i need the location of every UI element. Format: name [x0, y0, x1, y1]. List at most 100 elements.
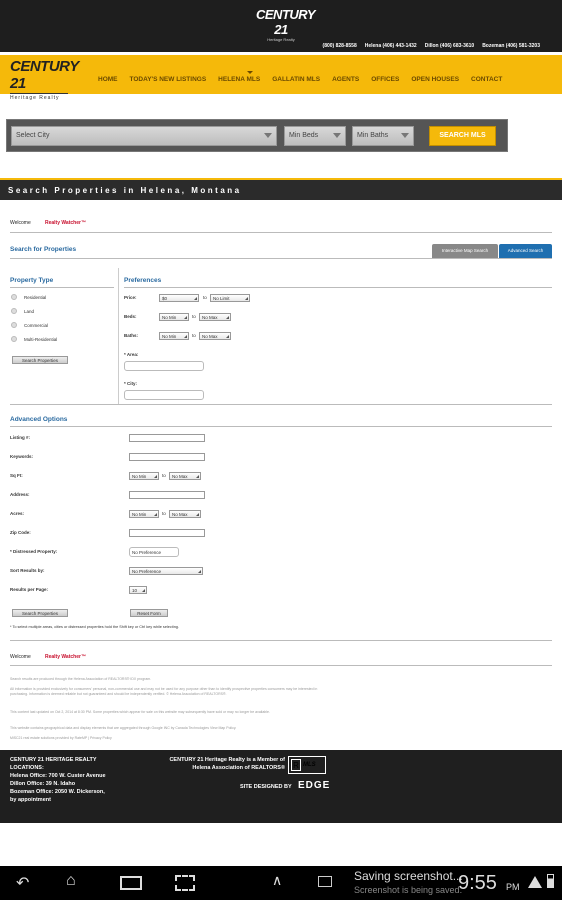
keywords-label: Keywords:	[10, 454, 34, 459]
footer-member: CENTURY 21 Heritage Realty is a Member o…	[145, 756, 285, 772]
clock-time: 9:55	[458, 872, 497, 894]
divider	[10, 665, 552, 666]
search-mls-button[interactable]: SEARCH MLS	[429, 126, 496, 146]
price-min-select[interactable]: $0	[159, 294, 199, 302]
page-title: Search Properties in Helena, Montana	[0, 178, 562, 200]
beds-max-select[interactable]: No Max	[199, 313, 231, 321]
member-text: CENTURY 21 Heritage Realty is a Member o…	[169, 757, 285, 763]
address-label: Address:	[10, 492, 30, 497]
city-multiselect[interactable]	[124, 390, 204, 400]
area-multiselect[interactable]	[124, 361, 204, 371]
divider	[10, 232, 552, 233]
tab-advanced-search[interactable]: Advanced Search	[499, 244, 552, 258]
realtor-mls-logo[interactable]: R MLS	[288, 756, 326, 774]
sqft-min-select[interactable]: No Min	[129, 472, 159, 480]
search-properties-button[interactable]: Search Properties	[12, 356, 68, 364]
to-label: to	[162, 473, 166, 478]
radio-multi-residential[interactable]	[11, 336, 17, 342]
phone-bozeman[interactable]: Bozeman (406) 581-3203	[482, 43, 540, 49]
baths-select[interactable]: Min Baths	[352, 126, 414, 146]
sort-label: Sort Results by:	[10, 568, 45, 573]
residential-label: Residential	[24, 295, 47, 300]
recent-apps-icon[interactable]	[120, 876, 142, 890]
acres-label: Acres:	[10, 511, 25, 516]
nav-agents[interactable]: AGENTS	[326, 76, 365, 83]
acres-max-select[interactable]: No Max	[169, 510, 201, 518]
sqft-max-select[interactable]: No Max	[169, 472, 201, 480]
chevron-up-icon[interactable]: ∧	[272, 872, 282, 889]
listing-input[interactable]	[129, 434, 205, 442]
baths-label: Baths:	[124, 333, 139, 338]
gallery-icon	[318, 876, 332, 887]
radio-commercial[interactable]	[11, 322, 17, 328]
beds-select[interactable]: Min Beds	[284, 126, 346, 146]
zip-label: Zip Code:	[10, 530, 31, 535]
sqft-label: Sq Ft:	[10, 473, 23, 478]
nav-contact[interactable]: CONTACT	[465, 76, 508, 83]
main-logo-brand: CENTURY 21	[10, 58, 79, 92]
notification-subtitle: Screenshot is being saved.	[354, 885, 463, 895]
radio-residential[interactable]	[11, 294, 17, 300]
locations-title: CENTURY 21 HERITAGE REALTY LOCATIONS:	[10, 757, 97, 771]
nav-helena-mls[interactable]: HELENA MLS	[212, 76, 266, 83]
nav-open-houses[interactable]: OPEN HOUSES	[405, 76, 465, 83]
home-icon[interactable]: ⌂	[66, 872, 76, 890]
back-icon[interactable]: ↶	[16, 873, 29, 893]
welcome-label-bottom: Welcome	[10, 654, 31, 660]
realty-watcher-link-bottom[interactable]: Realty Watcher™	[45, 654, 86, 660]
nav-gallatin-mls[interactable]: GALLATIN MLS	[266, 76, 326, 83]
disclaimer-updated: This content last updated on Oct 2, 2014…	[10, 710, 270, 714]
top-logo-brand: CENTURY 21	[256, 7, 316, 37]
dillon-office: Dillon Office: 39 N. Idaho	[10, 781, 76, 787]
realty-watcher-link[interactable]: Realty Watcher™	[45, 220, 86, 226]
appointment-note: by appointment	[10, 797, 51, 803]
nav-home[interactable]: HOME	[92, 76, 124, 83]
reset-form-button[interactable]: Reset Form	[130, 609, 168, 617]
phone-helena[interactable]: Helena (406) 443-1432	[365, 43, 417, 49]
battery-icon	[547, 874, 554, 888]
distressed-multiselect[interactable]: No Preference	[129, 547, 179, 557]
phone-tollfree[interactable]: (800) 828-8558	[323, 43, 357, 49]
nav-new-listings[interactable]: TODAY'S NEW LISTINGS	[124, 76, 213, 83]
per-page-label: Results per Page:	[10, 587, 49, 592]
radio-land[interactable]	[11, 308, 17, 314]
beds-label: Beds:	[124, 314, 137, 319]
city-label: * City:	[124, 381, 138, 386]
to-label: to	[192, 333, 196, 338]
nav-offices[interactable]: OFFICES	[365, 76, 405, 83]
chevron-down-icon	[401, 133, 409, 138]
distressed-label: * Distressed Property:	[10, 549, 58, 554]
disclaimer-geo: This website contains geographical data …	[10, 726, 237, 730]
designed-by-label: SITE DESIGNED BY	[240, 784, 292, 790]
beds-min-select[interactable]: No Min	[159, 313, 189, 321]
price-label: Price:	[124, 295, 137, 300]
main-logo-sub: Heritage Realty	[10, 93, 68, 101]
helena-office: Helena Office: 700 W. Custer Avenue	[10, 773, 106, 779]
listing-label: Listing #:	[10, 435, 30, 440]
top-logo[interactable]: CENTURY 21 Heritage Realty	[256, 7, 316, 42]
baths-min-select[interactable]: No Min	[159, 332, 189, 340]
per-page-select[interactable]: 10	[129, 586, 147, 594]
tab-interactive-map[interactable]: Interactive Map Search	[432, 244, 498, 258]
divider	[10, 258, 552, 259]
keywords-input[interactable]	[129, 453, 205, 461]
nav-bar	[0, 52, 562, 94]
address-input[interactable]	[129, 491, 205, 499]
baths-select-label: Min Baths	[357, 132, 389, 139]
clock-ampm: PM	[506, 882, 520, 892]
phone-dillon[interactable]: Dillon (406) 683-3610	[425, 43, 474, 49]
city-select[interactable]: Select City	[11, 126, 277, 146]
main-logo[interactable]: CENTURY 21 Heritage Realty	[10, 58, 79, 101]
acres-min-select[interactable]: No Min	[129, 510, 159, 518]
edge-logo[interactable]: EDGE	[298, 780, 330, 791]
notification-title: Saving screenshot...	[354, 869, 463, 883]
advanced-search-button[interactable]: Search Properties	[12, 609, 68, 617]
price-max-select[interactable]: No Limit	[210, 294, 250, 302]
column-divider	[118, 268, 119, 404]
zip-input[interactable]	[129, 529, 205, 537]
baths-max-select[interactable]: No Max	[199, 332, 231, 340]
sort-select[interactable]: No Preference	[129, 567, 203, 575]
city-select-label: Select City	[16, 132, 50, 139]
screenshot-icon[interactable]	[175, 875, 195, 891]
divider	[10, 404, 552, 405]
